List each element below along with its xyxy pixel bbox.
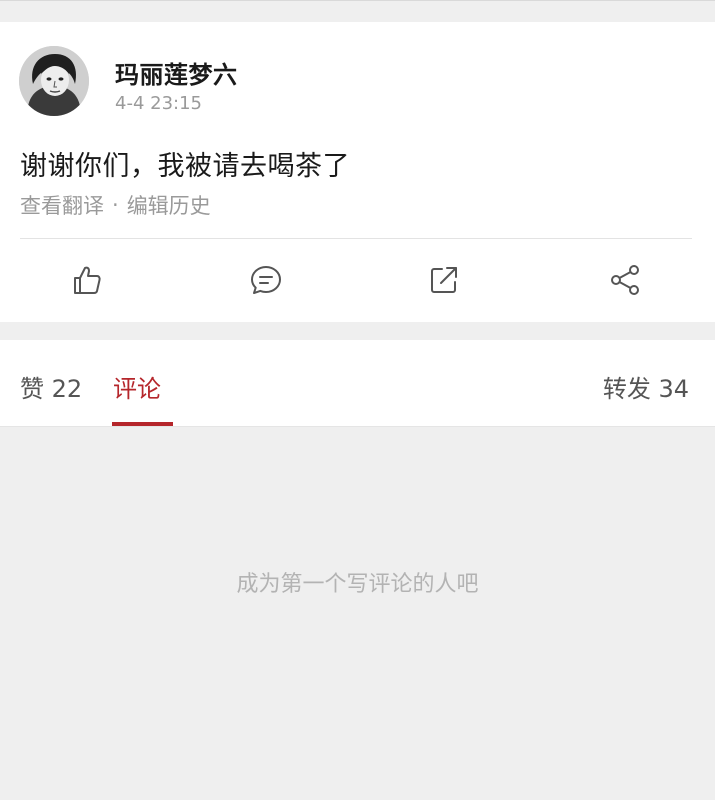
top-strip [0,0,715,22]
avatar[interactable] [19,46,89,116]
avatar-image [19,46,89,116]
share-icon [611,265,639,295]
empty-comments-message: 成为第一个写评论的人吧 [236,572,479,597]
post-card: 玛丽莲梦六 4-4 23:15 谢谢你们，我被请去喝茶了 查看翻译 · 编辑历史 [0,22,715,322]
like-button[interactable] [70,263,104,297]
interaction-tab-bar: 赞 22 评论 转发 34 [0,340,715,427]
repost-arrow-icon [431,267,457,293]
share-button[interactable] [608,263,642,297]
edit-history-link[interactable]: 编辑历史 [127,190,211,220]
tab-likes[interactable]: 赞 22 [20,369,82,404]
divider [20,238,692,239]
comment-button[interactable] [249,263,283,297]
post-meta-row: 查看翻译 · 编辑历史 [20,190,211,220]
translate-link[interactable]: 查看翻译 [20,190,104,220]
repost-button[interactable] [427,263,461,297]
tab-comments[interactable]: 评论 [113,369,161,404]
tab-reposts[interactable]: 转发 34 [603,369,689,404]
author-name[interactable]: 玛丽莲梦六 [115,55,238,90]
post-text: 谢谢你们，我被请去喝茶了 [20,151,350,182]
thumbs-up-icon [74,266,101,294]
meta-separator: · [112,193,119,217]
active-tab-indicator [112,422,173,426]
post-time: 4-4 23:15 [115,93,202,114]
comment-bubble-icon [251,266,281,294]
